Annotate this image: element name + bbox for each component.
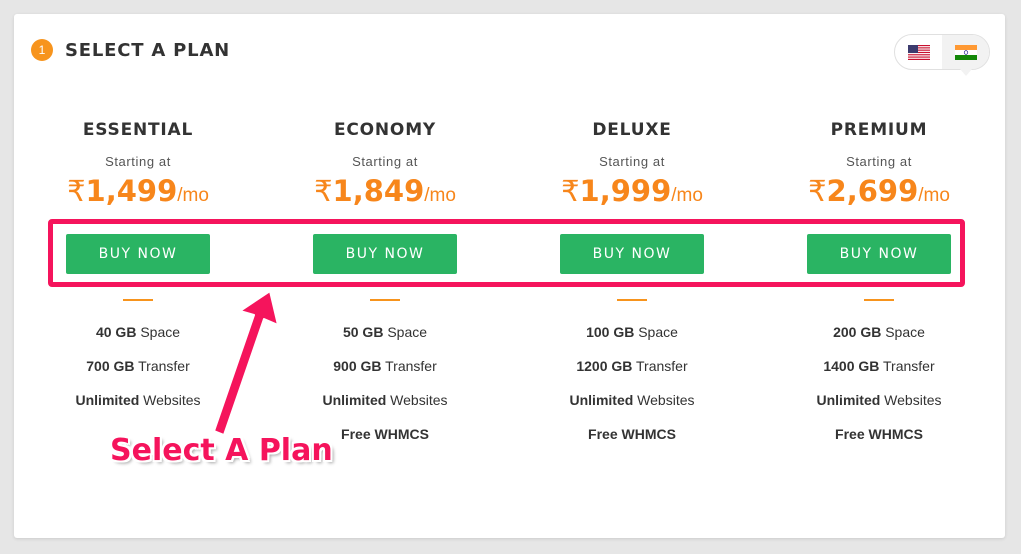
feature-space: 200 GB Space <box>833 324 925 340</box>
feature-transfer: 900 GB Transfer <box>333 358 437 374</box>
feature-websites: Unlimited Websites <box>569 392 695 408</box>
feature-space: 100 GB Space <box>586 324 678 340</box>
plan-divider <box>370 299 400 301</box>
section-header: 1 SELECT A PLAN <box>14 14 1005 84</box>
feature-websites: Unlimited Websites <box>322 392 448 408</box>
section-title: SELECT A PLAN <box>65 40 231 61</box>
plan-divider <box>123 299 153 301</box>
feature-transfer: 1200 GB Transfer <box>576 358 688 374</box>
price-unit: /mo <box>177 185 209 206</box>
plan-price: ₹1,999/mo <box>517 174 747 208</box>
price-unit: /mo <box>918 185 950 206</box>
rupee-symbol: ₹ <box>808 174 827 208</box>
price-amount: 1,999 <box>579 174 672 208</box>
feature-whmcs: Free WHMCS <box>835 426 923 442</box>
plan-starting-label: Starting at <box>105 154 171 169</box>
price-amount: 1,499 <box>85 174 178 208</box>
india-flag-icon <box>954 44 977 60</box>
plan-features: 100 GB Space 1200 GB Transfer Unlimited … <box>517 324 747 460</box>
plan-name: DELUXE <box>592 120 672 140</box>
feature-whmcs: Free WHMCS <box>588 426 676 442</box>
plan-name: ECONOMY <box>333 120 437 140</box>
plan-starting-label: Starting at <box>599 154 665 169</box>
step-number-badge: 1 <box>31 39 53 61</box>
feature-space: 40 GB Space <box>95 324 181 340</box>
price-unit: /mo <box>424 185 456 206</box>
plan-price: ₹1,499/mo <box>23 174 253 208</box>
price-unit: /mo <box>671 185 703 206</box>
buy-now-button-economy[interactable]: BUY NOW <box>313 234 457 274</box>
price-amount: 1,849 <box>332 174 425 208</box>
plans-grid: ESSENTIAL Starting at ₹1,499/mo BUY NOW … <box>14 114 1005 454</box>
rupee-symbol: ₹ <box>314 174 333 208</box>
currency-switch <box>894 34 990 76</box>
plan-features: 40 GB Space 700 GB Transfer Unlimited We… <box>23 324 253 426</box>
plan-divider <box>617 299 647 301</box>
plan-starting-label: Starting at <box>352 154 418 169</box>
currency-option-usd[interactable] <box>895 35 942 69</box>
plan-starting-label: Starting at <box>846 154 912 169</box>
rupee-symbol: ₹ <box>67 174 86 208</box>
buy-now-button-premium[interactable]: BUY NOW <box>807 234 951 274</box>
feature-space: 50 GB Space <box>342 324 428 340</box>
feature-transfer: 700 GB Transfer <box>86 358 190 374</box>
annotation-label: Select A Plan <box>110 433 333 468</box>
plan-divider <box>864 299 894 301</box>
price-amount: 2,699 <box>826 174 919 208</box>
plan-name: ESSENTIAL <box>82 120 194 140</box>
plan-price: ₹2,699/mo <box>764 174 994 208</box>
plan-name: PREMIUM <box>830 120 928 140</box>
plan-features: 200 GB Space 1400 GB Transfer Unlimited … <box>764 324 994 460</box>
us-flag-icon <box>907 44 930 60</box>
feature-websites: Unlimited Websites <box>75 392 201 408</box>
rupee-symbol: ₹ <box>561 174 580 208</box>
plan-price: ₹1,849/mo <box>270 174 500 208</box>
buy-now-button-essential[interactable]: BUY NOW <box>66 234 210 274</box>
currency-option-inr[interactable] <box>942 35 989 76</box>
feature-websites: Unlimited Websites <box>816 392 942 408</box>
buy-now-button-deluxe[interactable]: BUY NOW <box>560 234 704 274</box>
feature-transfer: 1400 GB Transfer <box>823 358 935 374</box>
